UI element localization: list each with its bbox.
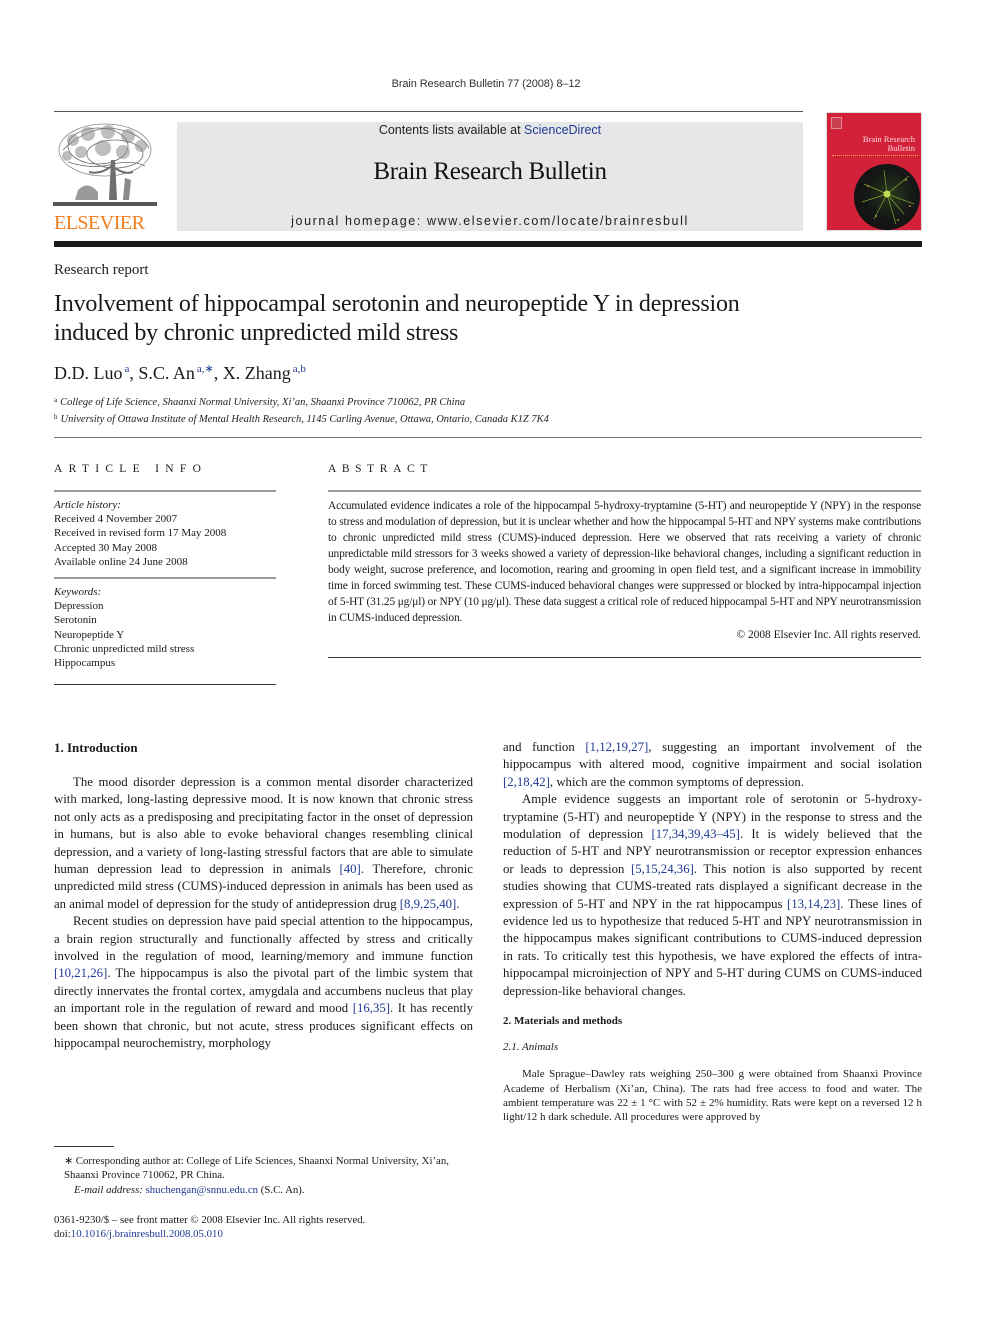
section-divider: [54, 437, 922, 438]
corresponding-author-note: ∗ Corresponding author at: College of Li…: [64, 1155, 449, 1182]
affiliation-mark: a: [54, 396, 58, 404]
front-matter: 0361-9230/$ – see front matter © 2008 El…: [54, 1213, 473, 1242]
keyword-item: Depression: [54, 600, 104, 613]
article-history: Article history: Received 4 November 200…: [54, 492, 276, 577]
article-title-line2: induced by chronic unpredicted mild stre…: [54, 320, 459, 346]
email-link[interactable]: shuchengan@snnu.edu.cn: [146, 1184, 259, 1196]
elsevier-wordmark: ELSEVIER: [54, 212, 145, 234]
neuron-icon: [861, 169, 915, 225]
abstract-heading: ABSTRACT: [328, 463, 433, 475]
affiliation-text: College of Life Science, Shaanxi Normal …: [60, 397, 466, 408]
running-head: Brain Research Bulletin 77 (2008) 8–12: [391, 78, 581, 90]
citation-link[interactable]: [40]: [339, 862, 360, 876]
keyword-item: Serotonin: [54, 614, 97, 627]
citation-link[interactable]: [10,21,26]: [54, 966, 107, 980]
text: , which are the common symptoms of depre…: [549, 774, 805, 789]
divider: [328, 657, 921, 658]
section-heading-methods: 2. Materials and methods: [503, 1015, 623, 1028]
text: Recent studies on depression have paid s…: [54, 914, 473, 964]
author-affiliation-mark[interactable]: a,b: [293, 363, 306, 375]
citation-link[interactable]: [1,12,19,27]: [585, 740, 648, 754]
keyword-item: Neuropeptide Y: [54, 628, 125, 641]
journal-banner: Contents lists available at ScienceDirec…: [177, 122, 803, 231]
cover-neuron-image: [854, 164, 920, 230]
author-name[interactable]: D.D. Luo: [54, 363, 123, 383]
affiliation-text: University of Ottawa Institute of Mental…: [60, 414, 549, 425]
divider: [54, 684, 276, 686]
affiliation-item: a College of Life Science, Shaanxi Normal…: [54, 393, 549, 410]
author-name[interactable]: S.C. An: [138, 363, 195, 383]
footnote-rule: [54, 1146, 114, 1147]
keyword-item: Chronic unpredicted mild stress: [54, 642, 195, 655]
article-title: Involvement of hippocampal serotonin and…: [54, 290, 914, 348]
citation-link[interactable]: [8,9,25,40]: [400, 897, 457, 911]
cover-elsevier-emblem-icon: [831, 117, 842, 129]
article-info-heading: ARTICLE INFO: [54, 463, 208, 475]
section-heading-introduction: 1. Introduction: [54, 740, 138, 755]
author-affiliation-mark[interactable]: a,∗: [197, 363, 214, 375]
article-info-panel: Article history: Received 4 November 200…: [54, 490, 276, 686]
doi-link[interactable]: 10.1016/j.brainresbull.2008.05.010: [71, 1228, 223, 1240]
keywords: Keywords: Depression Serotonin Neuropept…: [54, 579, 276, 678]
abstract-panel: Accumulated evidence indicates a role of…: [328, 490, 921, 658]
history-item: Available online 24 June 2008: [54, 555, 188, 568]
author-list: D.D. Luo a, S.C. An a,∗, X. Zhang a,b: [54, 363, 306, 383]
citation-link[interactable]: [17,34,39,43–45]: [651, 827, 740, 841]
paragraph: and function [1,12,19,27], suggesting an…: [503, 739, 922, 791]
doi-prefix: doi:: [54, 1228, 71, 1241]
paragraph: The mood disorder depression is a common…: [54, 774, 473, 913]
text: . These lines of evidence led us to hypo…: [503, 896, 922, 998]
journal-homepage-link[interactable]: journal homepage: www.elsevier.com/locat…: [177, 214, 803, 228]
paragraph: Recent studies on depression have paid s…: [54, 913, 473, 1052]
keyword-item: Hippocampus: [54, 657, 116, 670]
paragraph: Ample evidence suggests an important rol…: [503, 791, 922, 1000]
subsection-heading-animals: 2.1. Animals: [503, 1041, 559, 1054]
doi-line: doi:10.1016/j.brainresbull.2008.05.010: [54, 1227, 473, 1241]
contents-available-line: Contents lists available at ScienceDirec…: [177, 123, 803, 137]
text: .: [456, 896, 460, 911]
abstract-copyright: © 2008 Elsevier Inc. All rights reserved…: [736, 629, 921, 641]
footnotes: ∗ Corresponding author at: College of Li…: [54, 1154, 473, 1197]
journal-cover-image[interactable]: Brain Research Bulletin: [826, 112, 922, 231]
top-rule: [54, 111, 803, 112]
sciencedirect-link[interactable]: ScienceDirect: [524, 123, 601, 137]
body-column-right: and function [1,12,19,27], suggesting an…: [503, 739, 922, 1125]
author-name[interactable]: X. Zhang: [223, 363, 291, 383]
elsevier-tree-icon: [53, 120, 157, 212]
keywords-label: Keywords:: [54, 586, 102, 599]
paragraph: Male Sprague–Dawley rats weighing 250–30…: [503, 1068, 922, 1124]
body-column-left: 1. Introduction The mood disorder depres…: [54, 739, 473, 1053]
affiliations: a College of Life Science, Shaanxi Normal…: [54, 393, 549, 427]
contents-prefix: Contents lists available at: [378, 123, 525, 137]
header-thick-rule: [54, 241, 922, 247]
abstract-text: Accumulated evidence indicates a role of…: [328, 500, 921, 624]
cover-title: Brain Research Bulletin: [863, 135, 915, 153]
article-history-label: Article history:: [54, 499, 121, 511]
history-item: Received in revised form 17 May 2008: [54, 527, 227, 540]
email-label: E-mail address:: [74, 1183, 143, 1196]
email-suffix: (S.C. An).: [258, 1183, 305, 1196]
history-item: Received 4 November 2007: [54, 513, 178, 526]
cover-title-line2: Bulletin: [887, 143, 915, 153]
affiliation-item: b University of Ottawa Institute of Menta…: [54, 410, 549, 427]
citation-link[interactable]: [16,35]: [353, 1001, 390, 1015]
citation-link[interactable]: [5,15,24,36]: [631, 862, 694, 876]
author-affiliation-mark[interactable]: a: [125, 363, 130, 375]
history-item: Accepted 30 May 2008: [54, 541, 157, 554]
article-type: Research report: [54, 262, 149, 278]
affiliation-mark: b: [54, 413, 58, 421]
issn-line: 0361-9230/$ – see front matter © 2008 El…: [54, 1214, 366, 1226]
cover-dotted-rule: [832, 155, 918, 156]
citation-link[interactable]: [13,14,23]: [787, 897, 840, 911]
journal-title: Brain Research Bulletin: [373, 158, 607, 185]
text: and function: [503, 740, 586, 754]
email-line: E-mail address: shuchengan@snnu.edu.cn (…: [54, 1183, 473, 1197]
article-title-line1: Involvement of hippocampal serotonin and…: [54, 291, 740, 317]
citation-link[interactable]: [2,18,42]: [503, 775, 550, 789]
text: The mood disorder depression is a common…: [54, 775, 473, 877]
